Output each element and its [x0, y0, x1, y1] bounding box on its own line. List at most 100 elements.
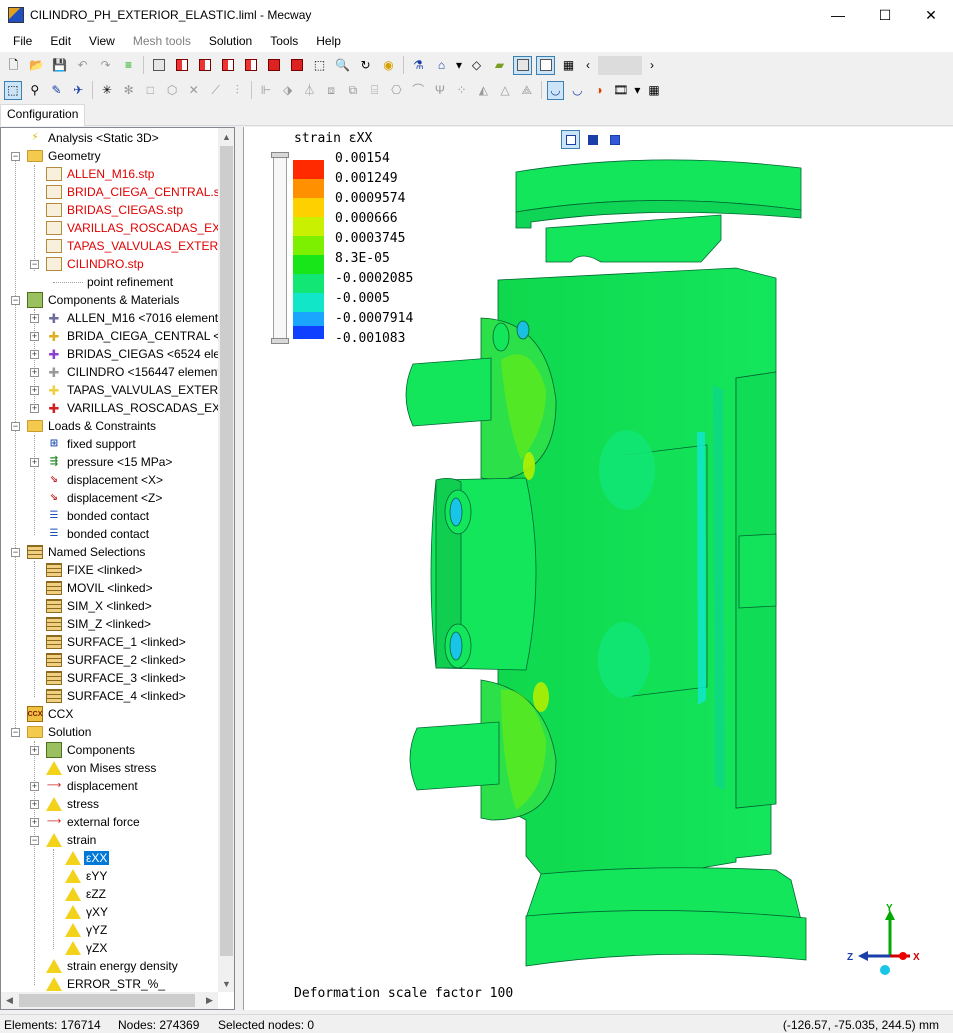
save-icon[interactable]: 💾 — [50, 56, 69, 75]
tree-named-selections[interactable]: Named Selections — [27, 543, 147, 561]
tree-selection-movil[interactable]: MOVIL <linked> — [46, 579, 155, 597]
triangle-mesh-icon[interactable]: ◭ — [474, 81, 492, 100]
gear-icon[interactable]: ✻ — [120, 81, 138, 100]
expand-allen[interactable]: + — [30, 314, 39, 323]
tree-analysis[interactable]: ⚡ Analysis <Static 3D> — [27, 129, 161, 147]
perspective-view-icon[interactable] — [561, 130, 580, 149]
minimize-button[interactable]: — — [815, 0, 861, 30]
tree-point-refinement[interactable]: point refinement — [85, 273, 175, 291]
tree-selection-surface-4[interactable]: SURFACE_4 <linked> — [46, 687, 188, 705]
select-node-icon[interactable]: ⚲ — [26, 81, 44, 100]
collapse-loads[interactable]: − — [11, 422, 20, 431]
expand-pressure[interactable]: + — [30, 458, 39, 467]
model-viewport[interactable]: strain εXX 0.00154 0.001249 0.0009574 0.… — [243, 127, 953, 1010]
legend-range-slider[interactable] — [271, 152, 289, 344]
tree-solution-stress[interactable]: stress — [46, 795, 101, 813]
solid-edges-view-icon[interactable] — [605, 130, 624, 149]
view-left-icon[interactable] — [218, 56, 237, 75]
menu-solution[interactable]: Solution — [200, 34, 261, 48]
tree-selection-surface-2[interactable]: SURFACE_2 <linked> — [46, 651, 188, 669]
cube-outline-icon[interactable]: ⬡ — [163, 81, 181, 100]
tree-external-force[interactable]: ⟶ external force — [46, 813, 142, 831]
zoom-icon[interactable]: 🔍 — [333, 56, 352, 75]
tree-strain-eyy[interactable]: εYY — [65, 867, 109, 885]
collapse-geometry[interactable]: − — [11, 152, 20, 161]
split-icon[interactable]: ⫶ — [228, 81, 246, 100]
expand-external-force[interactable]: + — [30, 818, 39, 827]
cylinder-icon[interactable]: ⌸ — [366, 81, 384, 100]
expand-displacement[interactable]: + — [30, 782, 39, 791]
tree-solution-displacement[interactable]: ⟶ displacement — [46, 777, 140, 795]
zoom-box-icon[interactable]: ⬚ — [310, 56, 329, 75]
scatter-icon[interactable]: ⁘ — [453, 81, 471, 100]
view-top-icon[interactable] — [264, 56, 283, 75]
tree-geometry-tapas[interactable]: TAPAS_VALVULAS_EXTERNAS — [46, 237, 234, 255]
extrude-icon[interactable]: ⧈ — [322, 81, 340, 100]
tab-configuration[interactable]: Configuration — [0, 104, 86, 126]
solid-view-icon[interactable] — [583, 130, 602, 149]
tree-component-brida-central[interactable]: ✚ BRIDA_CIEGA_CENTRAL <307 — [46, 327, 234, 345]
tree-strain-gyz[interactable]: γYZ — [65, 921, 109, 939]
tree-solution-components[interactable]: Components — [46, 741, 137, 759]
collapse-components[interactable]: − — [11, 296, 20, 305]
slider-max-handle[interactable] — [271, 152, 289, 158]
tree-component-bridas[interactable]: ✚ BRIDAS_CIEGAS <6524 eleme — [46, 345, 234, 363]
menu-mesh-tools[interactable]: Mesh tools — [124, 34, 200, 48]
collapse-strain[interactable]: − — [30, 836, 39, 845]
menu-tools[interactable]: Tools — [261, 34, 307, 48]
section-view-icon[interactable]: ⌂ — [432, 56, 451, 75]
tree-geometry-cilindro[interactable]: CILINDRO.stp — [46, 255, 146, 273]
tree-component-allen[interactable]: ✚ ALLEN_M16 <7016 elements — [46, 309, 226, 327]
triangle-icon[interactable]: △ — [496, 81, 514, 100]
collapse-named-selections[interactable]: − — [11, 548, 20, 557]
tree-bonded-contact-2[interactable]: ☰ bonded contact — [46, 525, 151, 543]
tree-selection-sim-z[interactable]: SIM_Z <linked> — [46, 615, 153, 633]
wireframe-icon[interactable]: ◇ — [467, 56, 486, 75]
select-tool-icon[interactable]: ⬚ — [4, 80, 22, 100]
deformed-shape-icon[interactable]: ◡ — [546, 80, 565, 100]
expand-brida-central[interactable]: + — [30, 332, 39, 341]
refine-icon[interactable]: ⟋ — [207, 81, 225, 100]
dropdown-arrow-icon[interactable]: ▾ — [634, 81, 641, 100]
tree-vscroll-thumb[interactable] — [220, 146, 233, 956]
tree-strain-energy[interactable]: strain energy density — [46, 957, 180, 975]
tree-hscroll-thumb[interactable] — [19, 994, 195, 1007]
tree-ccx[interactable]: CCX CCX — [27, 705, 75, 723]
edges-mode-icon[interactable] — [536, 55, 555, 75]
solve-icon[interactable]: ≡ — [119, 56, 138, 75]
tree-strain-exx[interactable]: εXX — [65, 849, 110, 867]
view-bottom-icon[interactable] — [287, 56, 306, 75]
show-hide-icon[interactable]: ⚗ — [409, 56, 428, 75]
maximize-button[interactable]: ☐ — [862, 0, 908, 30]
move-icon[interactable]: ⬗ — [279, 81, 297, 100]
tree-selection-sim-x[interactable]: SIM_X <linked> — [46, 597, 154, 615]
table-icon[interactable]: ▦ — [645, 81, 663, 100]
merge-icon[interactable]: ⊩ — [257, 81, 275, 100]
undeformed-shape-icon[interactable]: ◡ — [568, 81, 586, 100]
copy-icon[interactable]: ⧉ — [344, 81, 362, 100]
tree-fixed-support[interactable]: ⊞ fixed support — [46, 435, 138, 453]
tree-solution[interactable]: Solution — [27, 723, 93, 741]
slider-min-handle[interactable] — [271, 338, 289, 344]
tree-geometry-allen[interactable]: ALLEN_M16.stp — [46, 165, 156, 183]
pan-view-icon[interactable]: ◉ — [379, 56, 398, 75]
tree-selection-fixe[interactable]: FIXE <linked> — [46, 561, 144, 579]
close-button[interactable]: ✕ — [908, 0, 953, 30]
tree-strain-gzx[interactable]: γZX — [65, 939, 109, 957]
shaded-mode-icon[interactable] — [513, 55, 532, 75]
collapse-cilindro[interactable]: − — [30, 260, 39, 269]
menu-view[interactable]: View — [80, 34, 124, 48]
view-right-icon[interactable] — [241, 56, 260, 75]
tree-displacement-x[interactable]: ⇘ displacement <X> — [46, 471, 165, 489]
tree-solution-strain[interactable]: strain — [46, 831, 98, 849]
view-isometric-icon[interactable] — [149, 56, 168, 75]
tree-components-materials[interactable]: Components & Materials — [27, 291, 181, 309]
tree-geometry-varillas[interactable]: VARILLAS_ROSCADAS_EXTER — [46, 219, 234, 237]
undo-icon[interactable]: ↶ — [73, 56, 92, 75]
mirror-icon[interactable]: ⏃ — [301, 81, 319, 100]
view-back-icon[interactable] — [195, 56, 214, 75]
menu-help[interactable]: Help — [307, 34, 350, 48]
tree-geometry-brida-central[interactable]: BRIDA_CIEGA_CENTRAL.stp — [46, 183, 232, 201]
revolve-icon[interactable]: ⎔ — [388, 81, 406, 100]
expand-cilindro[interactable]: + — [30, 368, 39, 377]
